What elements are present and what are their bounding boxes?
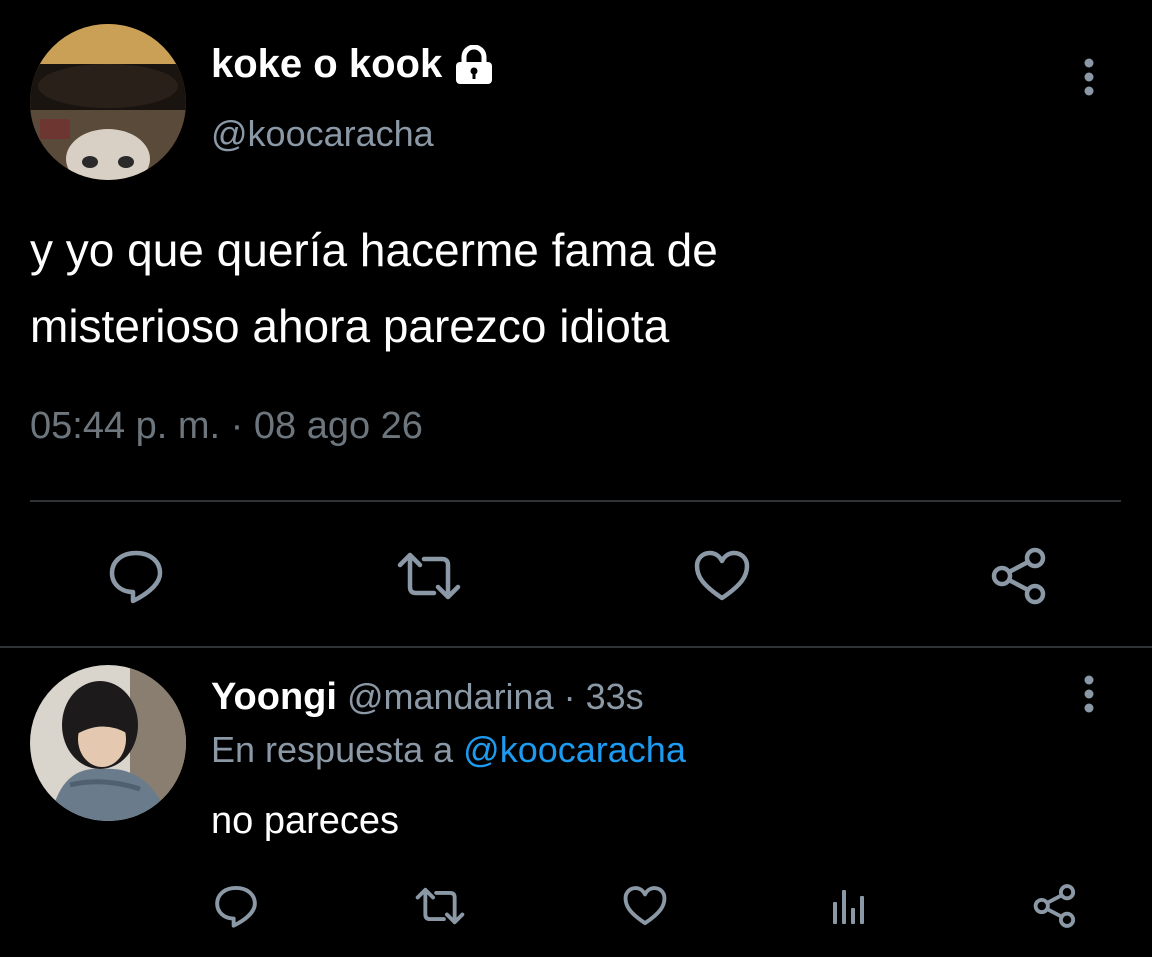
like-icon xyxy=(694,550,750,601)
divider xyxy=(0,646,1152,648)
share-button[interactable] xyxy=(1026,878,1082,934)
tweet-text-line: y yo que quería hacerme fama de xyxy=(30,224,718,276)
display-name[interactable]: koke o kook xyxy=(211,42,496,87)
reply-mention-link[interactable]: @koocaracha xyxy=(463,729,686,770)
user-handle[interactable]: @koocaracha xyxy=(211,113,434,155)
reply-text: no pareces xyxy=(211,800,400,842)
divider xyxy=(30,500,1121,502)
tweet-text-line: misterioso ahora parezco idiota xyxy=(30,300,670,352)
more-options-icon[interactable] xyxy=(1074,673,1104,715)
avatar[interactable] xyxy=(30,24,186,180)
reply-icon xyxy=(215,885,257,928)
avatar-cat-photo xyxy=(30,24,186,180)
retweet-icon xyxy=(415,887,465,925)
display-name-text: koke o kook xyxy=(211,42,443,86)
retweet-icon xyxy=(397,552,461,600)
timestamp[interactable]: 05:44 p. m. · 08 ago 26 xyxy=(30,405,423,448)
reply-icon xyxy=(109,550,163,604)
share-icon xyxy=(1033,884,1076,928)
reply-button[interactable] xyxy=(208,878,264,934)
lock-icon xyxy=(452,44,496,85)
avatar-person-photo xyxy=(30,665,186,821)
reply-display-name[interactable]: Yoongi xyxy=(211,676,337,718)
like-button[interactable] xyxy=(687,541,757,611)
reply-context: En respuesta a @koocaracha xyxy=(211,729,686,771)
analytics-button[interactable] xyxy=(821,878,877,934)
share-icon xyxy=(991,547,1046,605)
analytics-icon xyxy=(833,890,864,924)
like-button[interactable] xyxy=(617,878,673,934)
tweet-text: y yo que quería hacerme fama de misterio… xyxy=(30,212,1110,364)
like-icon xyxy=(623,886,667,926)
reply-handle[interactable]: @mandarina xyxy=(347,676,554,717)
more-options-icon[interactable] xyxy=(1074,56,1104,98)
reply-prefix: En respuesta a xyxy=(211,729,454,770)
reply-header: Yoongi @mandarina · 33s xyxy=(211,676,644,719)
reply-button[interactable] xyxy=(101,541,171,611)
share-button[interactable] xyxy=(983,541,1053,611)
avatar[interactable] xyxy=(30,665,186,821)
reply-time: · 33s xyxy=(563,676,644,717)
retweet-button[interactable] xyxy=(394,541,464,611)
retweet-button[interactable] xyxy=(412,878,468,934)
